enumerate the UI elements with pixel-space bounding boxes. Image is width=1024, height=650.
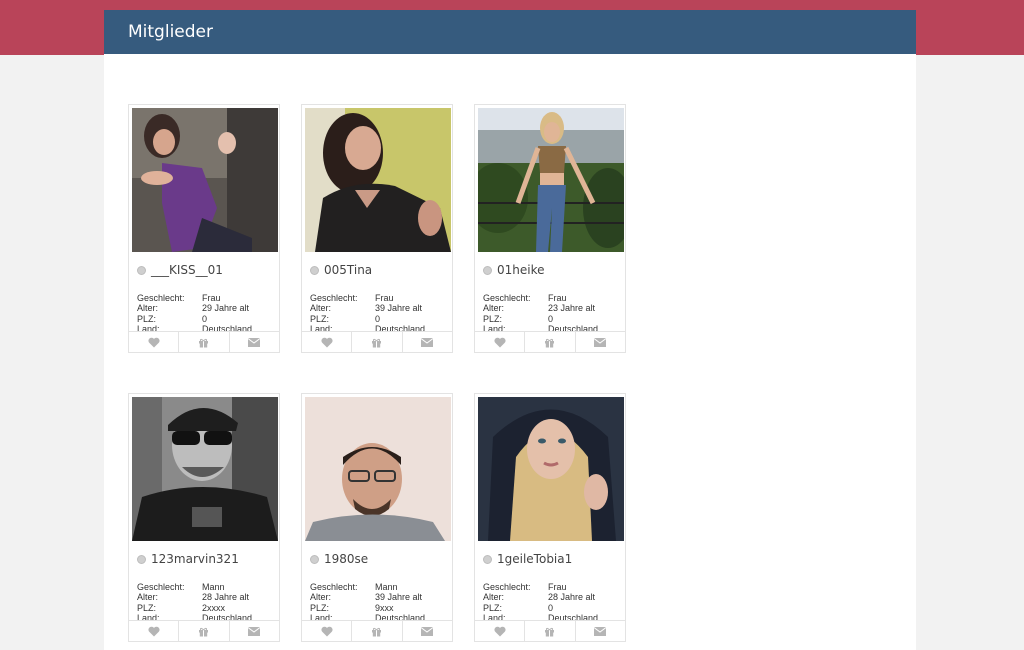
envelope-icon — [421, 626, 434, 636]
member-photo[interactable] — [305, 108, 451, 252]
gift-icon — [199, 338, 209, 347]
like-button[interactable] — [129, 621, 180, 641]
member-username[interactable]: 123marvin321 — [137, 552, 239, 566]
status-dot-icon — [483, 266, 492, 275]
member-photo[interactable] — [132, 397, 278, 541]
message-button[interactable] — [576, 332, 625, 352]
status-dot-icon — [137, 266, 146, 275]
member-actions — [129, 620, 279, 641]
member-card[interactable]: 1geileTobia1 Geschlecht: Frau Alter: 28 Ja… — [474, 393, 626, 642]
member-username[interactable]: 005Tina — [310, 263, 372, 277]
member-card[interactable]: 005Tina Geschlecht: Frau Alter: 39 Jahre a… — [301, 104, 453, 353]
panel-header: Mitglieder — [104, 10, 916, 54]
member-card[interactable]: 123marvin321 Geschlecht: Mann Alter: 28 Ja… — [128, 393, 280, 642]
gift-button[interactable] — [352, 332, 403, 352]
message-button[interactable] — [403, 621, 452, 641]
gift-button[interactable] — [179, 621, 230, 641]
gift-button[interactable] — [352, 621, 403, 641]
member-info: Geschlecht: Frau Alter: 39 Jahre alt PLZ: 0… — [310, 293, 426, 334]
heart-icon — [148, 626, 160, 636]
member-username[interactable]: 01heike — [483, 263, 545, 277]
member-photo[interactable] — [132, 108, 278, 252]
member-photo[interactable] — [305, 397, 451, 541]
heart-icon — [321, 626, 333, 636]
member-actions — [129, 331, 279, 352]
envelope-icon — [248, 337, 261, 347]
member-info: Geschlecht: Frau Alter: 29 Jahre alt PLZ: 0… — [137, 293, 253, 334]
like-button[interactable] — [302, 621, 353, 641]
message-button[interactable] — [576, 621, 625, 641]
gift-button[interactable] — [525, 332, 576, 352]
status-dot-icon — [483, 555, 492, 564]
member-actions — [302, 620, 452, 641]
member-photo[interactable] — [478, 397, 624, 541]
member-username[interactable]: 1980se — [310, 552, 368, 566]
member-info: Geschlecht: Mann Alter: 28 Jahre alt PLZ: 2… — [137, 582, 253, 623]
member-card[interactable]: 01heike Geschlecht: Frau Alter: 23 Jahre a… — [474, 104, 626, 353]
message-button[interactable] — [230, 621, 279, 641]
message-button[interactable] — [230, 332, 279, 352]
like-button[interactable] — [302, 332, 353, 352]
gift-icon — [372, 627, 382, 636]
gift-button[interactable] — [179, 332, 230, 352]
member-info: Geschlecht: Frau Alter: 28 Jahre alt PLZ: 0… — [483, 582, 599, 623]
member-card[interactable]: ___KISS__01 Geschlecht: Frau Alter: 29 Jah… — [128, 104, 280, 353]
member-card[interactable]: 1980se Geschlecht: Mann Alter: 39 Jahre al… — [301, 393, 453, 642]
gift-button[interactable] — [525, 621, 576, 641]
gift-icon — [545, 338, 555, 347]
member-actions — [475, 331, 625, 352]
heart-icon — [494, 626, 506, 636]
heart-icon — [494, 337, 506, 347]
page-title: Mitglieder — [128, 22, 213, 42]
envelope-icon — [248, 626, 261, 636]
member-photo[interactable] — [478, 108, 624, 252]
like-button[interactable] — [475, 621, 526, 641]
member-info: Geschlecht: Mann Alter: 39 Jahre alt PLZ: 9… — [310, 582, 426, 623]
heart-icon — [148, 337, 160, 347]
gift-icon — [199, 627, 209, 636]
gift-icon — [545, 627, 555, 636]
members-panel: Mitglieder ___KISS__01 Geschlecht: Frau … — [104, 10, 916, 650]
member-username[interactable]: 1geileTobia1 — [483, 552, 572, 566]
status-dot-icon — [310, 266, 319, 275]
like-button[interactable] — [129, 332, 180, 352]
gift-icon — [372, 338, 382, 347]
member-info: Geschlecht: Frau Alter: 23 Jahre alt PLZ: 0… — [483, 293, 599, 334]
message-button[interactable] — [403, 332, 452, 352]
envelope-icon — [594, 337, 607, 347]
like-button[interactable] — [475, 332, 526, 352]
member-actions — [302, 331, 452, 352]
status-dot-icon — [310, 555, 319, 564]
envelope-icon — [421, 337, 434, 347]
status-dot-icon — [137, 555, 146, 564]
envelope-icon — [594, 626, 607, 636]
member-actions — [475, 620, 625, 641]
member-username[interactable]: ___KISS__01 — [137, 263, 223, 277]
heart-icon — [321, 337, 333, 347]
